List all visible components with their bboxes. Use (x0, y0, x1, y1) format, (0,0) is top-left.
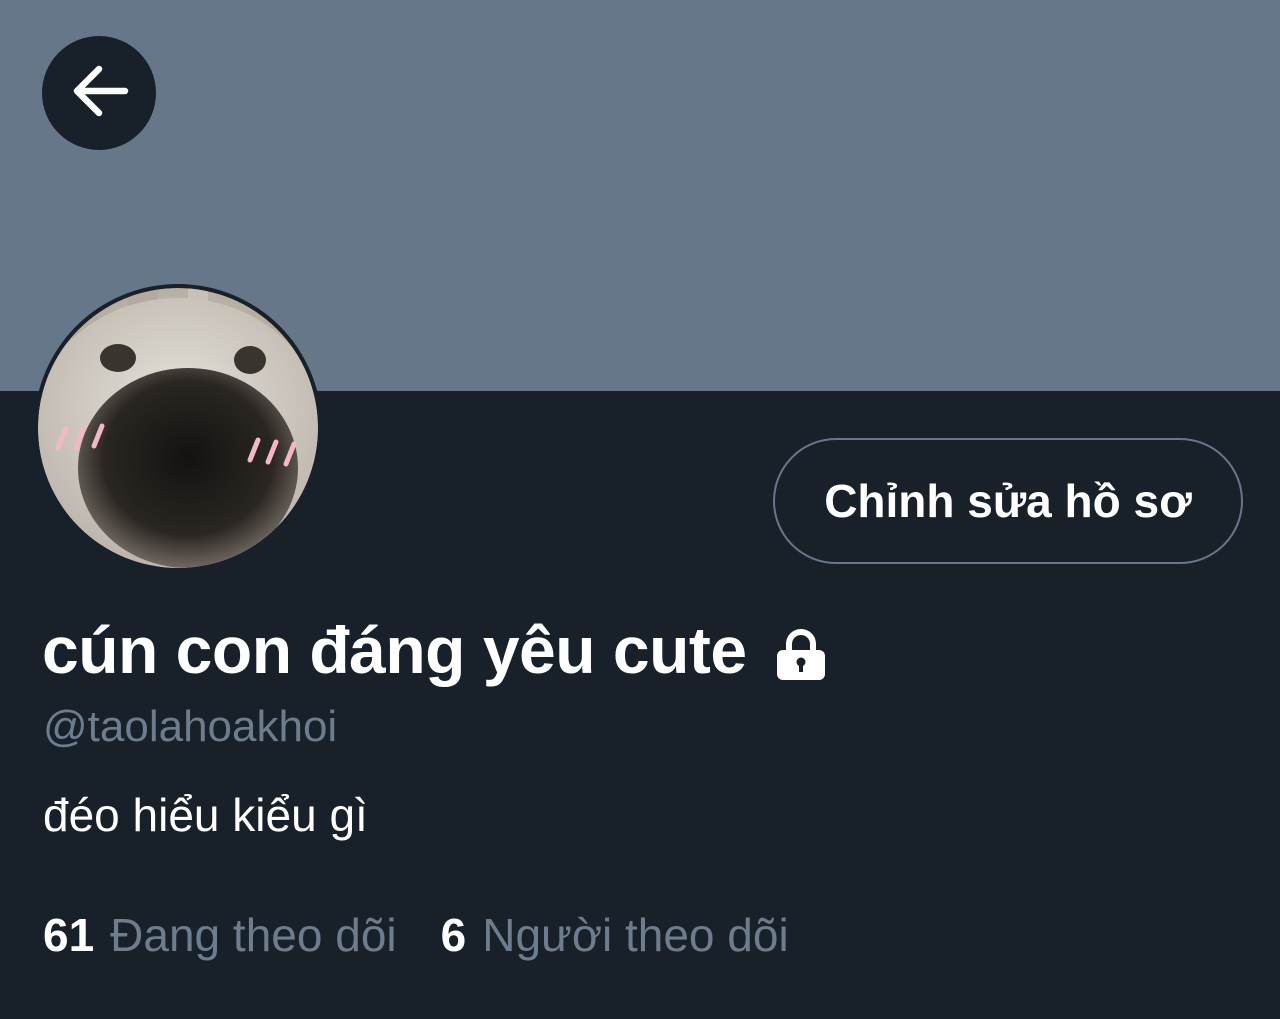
following-stat[interactable]: 61 Đang theo dõi (43, 908, 397, 962)
lock-icon (773, 626, 829, 682)
following-label: Đang theo dõi (110, 909, 397, 961)
display-name-row: cún con đáng yêu cute (42, 612, 829, 688)
arrow-left-icon (69, 65, 129, 122)
followers-stat[interactable]: 6 Người theo dõi (441, 908, 789, 962)
back-button[interactable] (42, 36, 156, 150)
following-count: 61 (43, 909, 95, 961)
edit-profile-button[interactable]: Chỉnh sửa hồ sơ (773, 438, 1243, 564)
puppy-avatar-image (38, 288, 318, 568)
display-name: cún con đáng yêu cute (42, 613, 747, 687)
avatar[interactable] (34, 284, 322, 572)
profile-stats: 61 Đang theo dõi 6 Người theo dõi (43, 908, 789, 962)
bio: đéo hiểu kiểu gì (43, 789, 368, 841)
user-handle: @taolahoakhoi (43, 702, 338, 751)
followers-count: 6 (440, 909, 467, 961)
profile-page: Chỉnh sửa hồ sơ cún con đáng yêu cute @t… (0, 0, 1280, 1019)
followers-label: Người theo dõi (482, 909, 789, 961)
